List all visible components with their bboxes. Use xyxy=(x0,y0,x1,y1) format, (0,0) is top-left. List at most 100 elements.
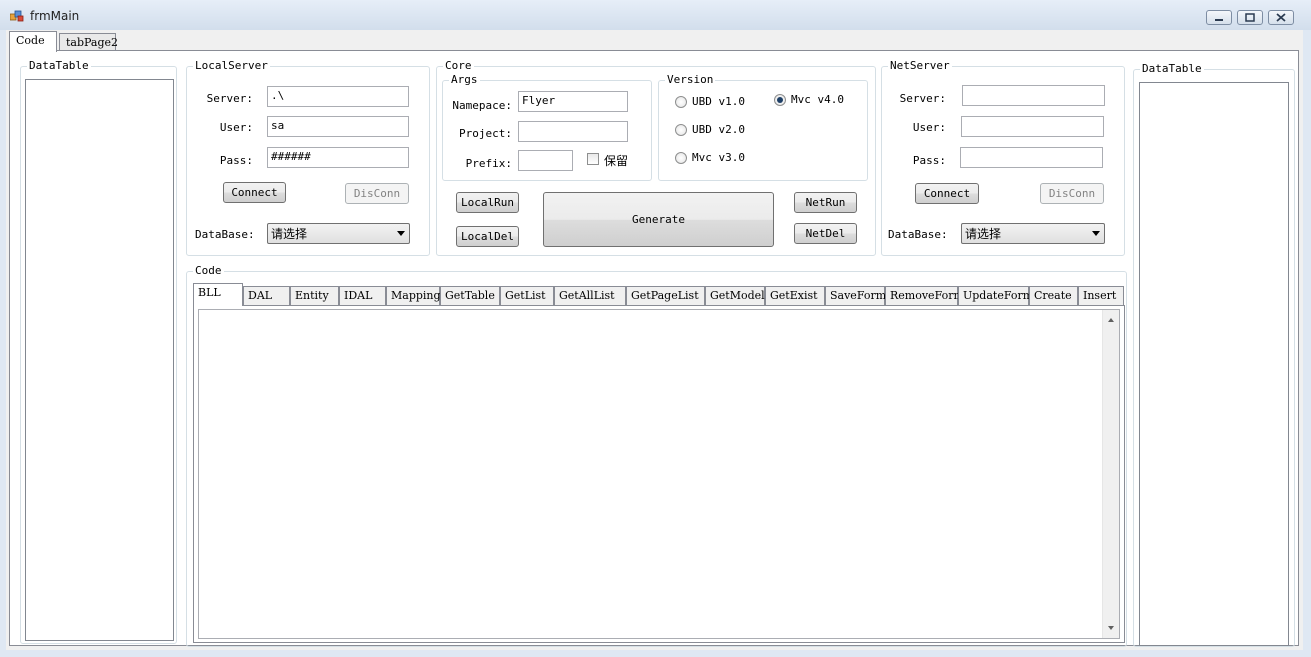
vertical-scrollbar[interactable] xyxy=(1102,310,1119,638)
right-datatable-list[interactable] xyxy=(1139,82,1289,646)
local-disconn-button[interactable]: DisConn xyxy=(345,183,409,204)
net-database-label: DataBase: xyxy=(888,228,948,241)
code-textarea[interactable] xyxy=(198,309,1120,639)
tab-code[interactable]: Code xyxy=(9,31,57,52)
prefix-label: Prefix: xyxy=(465,157,512,170)
generate-button[interactable]: Generate xyxy=(543,192,774,247)
namespace-input[interactable]: Flyer xyxy=(518,91,628,112)
radio-mvc-v3-label: Mvc v3.0 xyxy=(692,151,745,164)
tab-insert[interactable]: Insert xyxy=(1078,286,1124,305)
net-user-label: User: xyxy=(912,121,946,134)
net-server-input[interactable] xyxy=(962,85,1105,106)
tab-create[interactable]: Create xyxy=(1029,286,1078,305)
namespace-label: Namepace: xyxy=(452,99,512,112)
net-database-select[interactable]: 请选择 xyxy=(961,223,1105,244)
tab-saveform[interactable]: SaveForm xyxy=(825,286,886,305)
keep-label: 保留 xyxy=(604,154,629,168)
maximize-button[interactable] xyxy=(1237,10,1263,25)
localserver-group: LocalServer Server: .\ User: sa Pass: ##… xyxy=(186,59,430,256)
local-user-label: User: xyxy=(219,121,253,134)
app-icon xyxy=(10,10,24,22)
close-button[interactable] xyxy=(1268,10,1294,25)
net-pass-input[interactable] xyxy=(960,147,1103,168)
minimize-button[interactable] xyxy=(1206,10,1232,25)
tab-tabpage2[interactable]: tabPage2 xyxy=(59,33,118,51)
version-group: Version UBD v1.0 UBD v2.0 Mvc v3.0 Mvc v… xyxy=(658,73,868,181)
chevron-down-icon xyxy=(397,231,405,236)
tab-getalllist[interactable]: GetAllList xyxy=(554,286,626,305)
restore-icon xyxy=(1245,13,1255,22)
tab-dal[interactable]: DAL xyxy=(243,286,290,305)
local-connect-button[interactable]: Connect xyxy=(223,182,286,203)
localdel-button[interactable]: LocalDel xyxy=(456,226,519,247)
net-user-input[interactable] xyxy=(961,116,1104,137)
tab-entity[interactable]: Entity xyxy=(290,286,339,305)
version-title: Version xyxy=(665,73,716,86)
left-datatable-title: DataTable xyxy=(27,59,91,72)
tab-mapping[interactable]: Mapping xyxy=(386,286,441,305)
netserver-group: NetServer Server: User: Pass: Connect Di… xyxy=(881,59,1125,256)
netrun-button[interactable]: NetRun xyxy=(794,192,857,213)
tab-getlist[interactable]: GetList xyxy=(500,286,554,305)
localserver-title: LocalServer xyxy=(193,59,270,72)
local-database-select[interactable]: 请选择 xyxy=(267,223,410,244)
radio-mvc-v4-label: Mvc v4.0 xyxy=(791,93,844,106)
tab-removeform[interactable]: RemoveForm xyxy=(885,286,964,305)
right-datatable-group: DataTable xyxy=(1133,62,1295,647)
code-tab-page-bll xyxy=(193,305,1125,643)
local-pass-input[interactable]: ###### xyxy=(267,147,409,168)
scroll-down-icon[interactable] xyxy=(1108,626,1114,630)
scroll-up-icon[interactable] xyxy=(1108,318,1114,322)
net-pass-label: Pass: xyxy=(912,154,946,167)
tab-getmodel[interactable]: GetModel xyxy=(705,286,765,305)
keep-checkbox[interactable] xyxy=(587,153,599,165)
net-server-label: Server: xyxy=(899,92,946,105)
local-user-input[interactable]: sa xyxy=(267,116,409,137)
local-database-label: DataBase: xyxy=(195,228,255,241)
radio-mvc-v3[interactable] xyxy=(675,152,687,164)
radio-ubd-v2[interactable] xyxy=(675,124,687,136)
minimize-icon xyxy=(1215,19,1223,21)
localrun-button[interactable]: LocalRun xyxy=(456,192,519,213)
core-title: Core xyxy=(443,59,474,72)
close-icon xyxy=(1276,13,1286,22)
args-title: Args xyxy=(449,73,480,86)
code-group: Code BLL DAL Entity IDAL Mapping GetTabl… xyxy=(186,264,1127,647)
project-label: Project: xyxy=(459,127,512,140)
local-server-label: Server: xyxy=(206,92,253,105)
args-group: Args Namepace: Flyer Project: Prefix: 保留 xyxy=(442,73,652,181)
local-server-input[interactable]: .\ xyxy=(267,86,409,107)
prefix-input[interactable] xyxy=(518,150,573,171)
right-datatable-title: DataTable xyxy=(1140,62,1204,75)
project-input[interactable] xyxy=(518,121,628,142)
radio-ubd-v1-label: UBD v1.0 xyxy=(692,95,745,108)
code-tabstrip: BLL DAL Entity IDAL Mapping GetTable Get… xyxy=(193,283,1124,306)
left-datatable-group: DataTable xyxy=(20,59,177,644)
main-tabstrip: Code tabPage2 xyxy=(6,30,1303,52)
tab-gettable[interactable]: GetTable xyxy=(440,286,500,305)
net-database-value: 请选择 xyxy=(965,227,1002,241)
code-group-title: Code xyxy=(193,264,224,277)
local-database-value: 请选择 xyxy=(271,227,308,241)
tab-idal[interactable]: IDAL xyxy=(339,286,386,305)
title-bar: frmMain xyxy=(0,0,1311,30)
radio-ubd-v1[interactable] xyxy=(675,96,687,108)
radio-mvc-v4[interactable] xyxy=(774,94,786,106)
radio-ubd-v2-label: UBD v2.0 xyxy=(692,123,745,136)
client-area: Code tabPage2 DataTable LocalServer Serv… xyxy=(6,30,1303,650)
main-window: frmMain Code tabPage2 DataTable LocalSer… xyxy=(0,0,1311,657)
window-title: frmMain xyxy=(30,9,80,23)
net-connect-button[interactable]: Connect xyxy=(915,183,979,204)
tab-getexist[interactable]: GetExist xyxy=(765,286,825,305)
code-tab-page: DataTable LocalServer Server: .\ User: s… xyxy=(9,50,1299,647)
chevron-down-icon xyxy=(1092,231,1100,236)
core-group: Core Args Namepace: Flyer Project: Prefi… xyxy=(436,59,876,256)
tab-updateform[interactable]: UpdateForm xyxy=(958,286,1033,305)
net-disconn-button[interactable]: DisConn xyxy=(1040,183,1104,204)
tab-bll[interactable]: BLL xyxy=(193,283,243,306)
tab-getpagelist[interactable]: GetPageList xyxy=(626,286,705,305)
local-pass-label: Pass: xyxy=(219,154,253,167)
netdel-button[interactable]: NetDel xyxy=(794,223,857,244)
left-datatable-list[interactable] xyxy=(25,79,174,641)
netserver-title: NetServer xyxy=(888,59,952,72)
